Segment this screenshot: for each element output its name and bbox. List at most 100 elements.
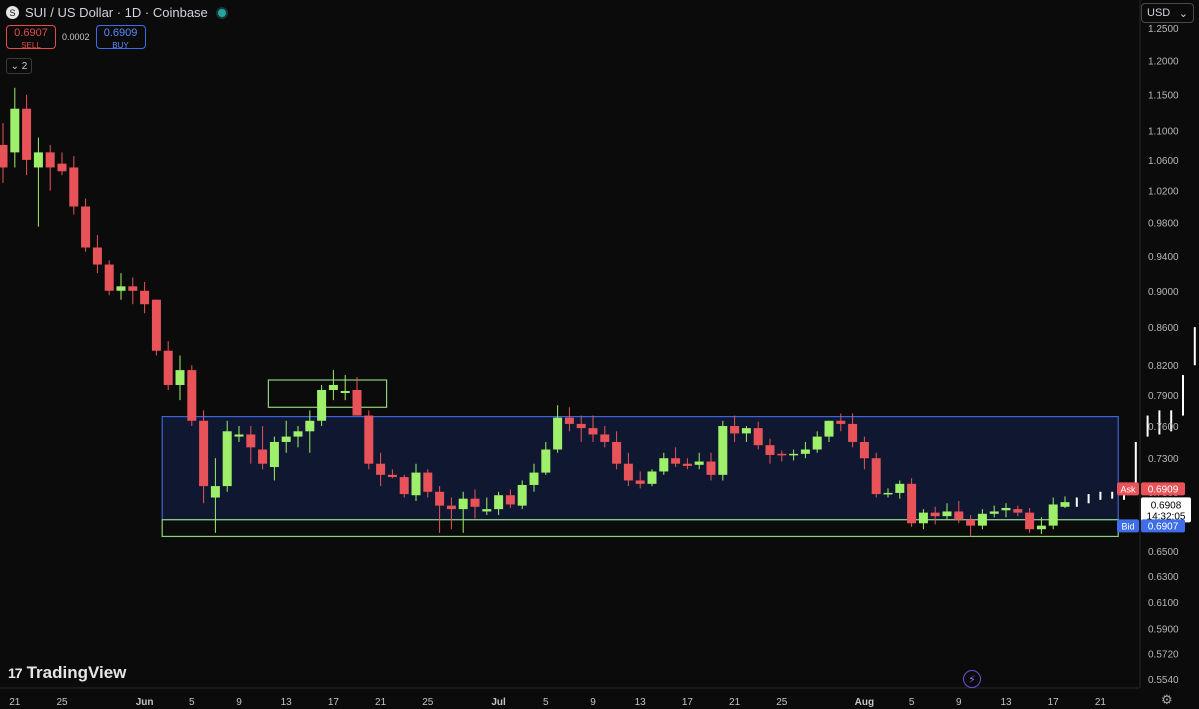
candle-body bbox=[258, 449, 268, 464]
candle-body bbox=[293, 431, 303, 437]
candle-body bbox=[671, 458, 681, 464]
candle-body bbox=[753, 428, 763, 446]
candle-body bbox=[81, 206, 91, 248]
candle-body bbox=[458, 498, 468, 510]
time-tick-label: 25 bbox=[776, 697, 788, 708]
candle-body bbox=[69, 167, 79, 207]
candle-body bbox=[92, 247, 102, 265]
time-tick-label: Aug bbox=[855, 697, 874, 708]
candle-body bbox=[1060, 502, 1070, 507]
chart-canvas[interactable]: 1.2500 1.2000 1.1500 1.1000 1.0600 1.0200 0.98… bbox=[0, 0, 1199, 709]
candle bbox=[647, 469, 657, 487]
candle-body bbox=[281, 436, 291, 442]
candle-body bbox=[682, 463, 692, 466]
sui-logo-icon: S bbox=[6, 6, 19, 19]
zone-range bbox=[161, 415, 1119, 521]
candle bbox=[222, 420, 232, 492]
candle-body bbox=[930, 512, 940, 517]
price-tick-label: 0.5540 bbox=[1148, 675, 1179, 686]
price-tick-label: 0.9800 bbox=[1148, 219, 1179, 230]
candle bbox=[151, 299, 161, 356]
candle-body bbox=[824, 420, 834, 437]
time-tick-label: 21 bbox=[9, 697, 21, 708]
time-tick-label: 5 bbox=[909, 697, 915, 708]
candle bbox=[187, 365, 197, 427]
time-tick-label: 17 bbox=[1048, 697, 1060, 708]
buy-price: 0.6909 bbox=[103, 27, 138, 39]
candle-body bbox=[1013, 509, 1023, 513]
candle-body bbox=[376, 463, 386, 475]
candle-body bbox=[411, 472, 421, 496]
candle-body bbox=[364, 415, 374, 464]
candle-body bbox=[246, 434, 256, 448]
candle-body bbox=[836, 420, 846, 424]
time-tick-label: 9 bbox=[956, 697, 962, 708]
candle-body bbox=[553, 417, 563, 450]
candle-body bbox=[340, 391, 350, 394]
candle bbox=[104, 260, 114, 296]
symbol-title: SUI / US Dollar · 1D · Coinbase bbox=[25, 5, 208, 20]
candle-body bbox=[505, 495, 515, 505]
candle bbox=[364, 410, 374, 470]
candle-body bbox=[907, 483, 917, 524]
trade-panel: 0.6907 SELL 0.0002 0.6909 BUY bbox=[6, 25, 146, 50]
candle-body bbox=[10, 108, 20, 153]
candle-body bbox=[954, 511, 964, 520]
candle-body bbox=[352, 389, 362, 416]
spread-value: 0.0002 bbox=[62, 32, 90, 42]
candle-body bbox=[33, 152, 43, 168]
time-tick-label: 17 bbox=[682, 697, 694, 708]
buy-button[interactable]: 0.6909 BUY bbox=[95, 25, 146, 50]
price-tick-label: 0.6100 bbox=[1148, 598, 1179, 609]
candle-body bbox=[706, 461, 716, 475]
price-tick-label: 1.1000 bbox=[1148, 126, 1179, 137]
candle-body bbox=[482, 509, 492, 512]
candle bbox=[81, 198, 91, 252]
candle-body bbox=[576, 423, 586, 429]
candle-body bbox=[623, 463, 633, 481]
price-tick-label: 0.8600 bbox=[1148, 323, 1179, 334]
time-tick-label: 25 bbox=[56, 697, 68, 708]
indicators-collapse-button[interactable]: ⌄ 2 bbox=[6, 58, 32, 74]
candle-body bbox=[1001, 507, 1011, 511]
candle-body bbox=[800, 449, 810, 454]
candle-body bbox=[22, 108, 32, 160]
candle-body bbox=[151, 299, 161, 351]
price-tick-label: 0.7600 bbox=[1148, 422, 1179, 433]
candle-body bbox=[116, 286, 126, 291]
market-open-icon bbox=[217, 8, 226, 17]
price-tick-label: 1.1500 bbox=[1148, 91, 1179, 102]
sell-price: 0.6907 bbox=[14, 27, 48, 39]
buy-label: BUY bbox=[112, 41, 129, 50]
symbol-header[interactable]: S SUI / US Dollar · 1D · Coinbase bbox=[6, 5, 226, 20]
bid-tag-label: Bid bbox=[1121, 521, 1134, 531]
lightning-icon[interactable]: ⚡ bbox=[963, 670, 981, 688]
candle bbox=[317, 384, 327, 427]
price-tick-label: 0.7300 bbox=[1148, 454, 1179, 465]
candle-body bbox=[517, 484, 527, 506]
candle-body bbox=[977, 513, 987, 526]
chevron-down-icon: ⌄ bbox=[1178, 7, 1188, 20]
candle-body bbox=[317, 389, 327, 421]
time-tick-label: 5 bbox=[189, 697, 195, 708]
candle-body bbox=[529, 472, 539, 485]
price-tick-label: 0.5720 bbox=[1148, 649, 1179, 660]
gear-icon[interactable]: ⚙ bbox=[1161, 692, 1173, 708]
candle-body bbox=[812, 436, 822, 450]
price-tick-label: 0.6500 bbox=[1148, 547, 1179, 558]
candle-body bbox=[104, 264, 114, 291]
currency-value: USD bbox=[1147, 7, 1171, 19]
sell-button[interactable]: 0.6907 SELL bbox=[6, 25, 56, 50]
candle-body bbox=[399, 477, 409, 495]
time-tick-label: Jul bbox=[491, 697, 506, 708]
price-tick-label: 1.0200 bbox=[1148, 187, 1179, 198]
candle-body bbox=[423, 472, 433, 492]
candle-body bbox=[883, 492, 893, 495]
chart-background bbox=[0, 0, 1199, 709]
candle-body bbox=[305, 420, 315, 432]
candle-body bbox=[435, 491, 445, 506]
currency-selector[interactable]: USD ⌄ bbox=[1141, 3, 1194, 23]
candle-body bbox=[541, 449, 551, 473]
candle-body bbox=[140, 290, 150, 305]
price-tick-label: 0.6300 bbox=[1148, 572, 1179, 583]
